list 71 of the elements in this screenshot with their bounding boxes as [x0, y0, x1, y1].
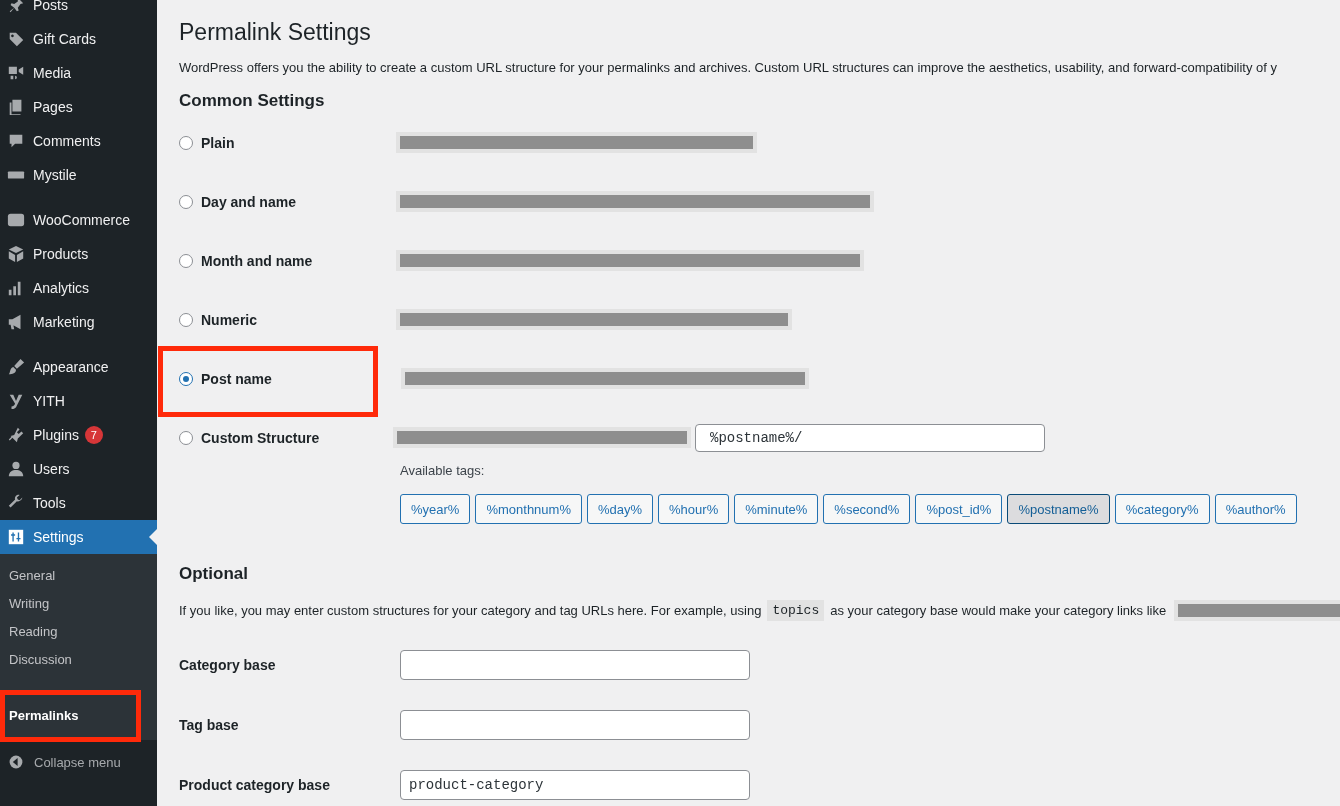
structure-input[interactable]: %postname%/ — [695, 423, 1045, 452]
menu-item[interactable]: Marketing — [0, 305, 157, 339]
radio-button[interactable] — [179, 430, 193, 445]
person-icon — [7, 460, 25, 478]
menu-item[interactable]: Tools — [0, 486, 157, 520]
tag-button[interactable]: %minute% — [734, 494, 819, 524]
camera-icon — [7, 64, 25, 82]
update-count-badge: 7 — [84, 426, 103, 444]
menu-item[interactable]: Comments — [0, 124, 157, 158]
field-label: Product category base — [179, 777, 331, 793]
y-icon — [7, 392, 25, 410]
box-icon — [7, 245, 25, 263]
menu-item[interactable]: Appearance — [0, 350, 157, 384]
menu-item[interactable]: Posts — [0, 0, 157, 22]
sliders-icon — [7, 528, 25, 546]
field-label: Category base — [179, 657, 277, 673]
optional-text: If you like, you may enter custom structures for your category and tag URLs here. For example, using — [179, 603, 762, 618]
option-label[interactable]: Post name — [201, 370, 272, 387]
submenu-item[interactable]: Permalinks — [0, 702, 157, 730]
intro-text: WordPress offers you the ability to create a custom URL structure for your permalinks and archives. Custom URL structures can improve the aesthetics, usability, and forward-compatibility of y — [179, 60, 1278, 75]
option-label[interactable]: Custom Structure — [201, 429, 320, 446]
section-heading: Optional — [179, 563, 249, 585]
section-heading: Common Settings — [179, 90, 326, 112]
menu-item[interactable]: YITH — [0, 384, 157, 418]
menu-item[interactable]: Media — [0, 56, 157, 90]
tag-icon — [7, 30, 25, 48]
tag-button[interactable]: %post_id% — [915, 494, 1003, 524]
tag-button[interactable]: %hour% — [658, 494, 730, 524]
menu-item[interactable]: Settings — [0, 520, 157, 554]
submenu-item[interactable]: Writing — [0, 590, 157, 618]
tag-button[interactable]: %postname% — [1007, 494, 1110, 524]
menu-item[interactable]: Analytics — [0, 271, 157, 305]
menu-item[interactable]: Gift Cards — [0, 22, 157, 56]
field-label: Tag base — [179, 717, 240, 733]
tag-button[interactable]: %day% — [586, 494, 654, 524]
submenu-item[interactable]: General — [0, 562, 157, 590]
option-label[interactable]: Month and name — [201, 252, 313, 269]
radio-button[interactable] — [179, 371, 193, 386]
radio-button[interactable] — [179, 135, 193, 150]
submenu-item[interactable]: Discussion — [0, 646, 157, 674]
submenu-item[interactable]: Reading — [0, 618, 157, 646]
menu-item[interactable]: Plugins 7 — [0, 418, 157, 452]
input-field[interactable] — [400, 650, 750, 680]
paintbrush-icon — [7, 358, 25, 376]
option-label[interactable]: Plain — [201, 134, 235, 151]
option-label[interactable]: Day and name — [201, 193, 296, 210]
pin-icon — [7, 0, 25, 14]
menu-item[interactable]: WooCommerce — [0, 203, 157, 237]
available-tags-label: Available tags: — [400, 463, 486, 478]
option-label[interactable]: Numeric — [201, 311, 258, 328]
radio-button[interactable] — [179, 194, 193, 209]
code-sample: topics — [767, 600, 825, 621]
menu-item[interactable]: Mystile — [0, 158, 157, 192]
radio-button[interactable] — [179, 312, 193, 327]
tag-button[interactable]: %author% — [1214, 494, 1297, 524]
plug-icon — [7, 426, 25, 444]
input-field[interactable]: product-category — [400, 770, 750, 800]
page-title: Permalink Settings — [179, 18, 372, 46]
optional-text: as your category base would make your category links like — [830, 603, 1167, 618]
tag-button[interactable]: %monthnum% — [475, 494, 582, 524]
input-field[interactable] — [400, 710, 750, 740]
tag-button[interactable]: %year% — [400, 494, 471, 524]
tag-button[interactable]: %second% — [823, 494, 911, 524]
menu-item[interactable]: Pages — [0, 90, 157, 124]
tag-button[interactable]: %category% — [1114, 494, 1210, 524]
menu-item[interactable]: Products — [0, 237, 157, 271]
radio-button[interactable] — [179, 253, 193, 268]
collapse-menu-button[interactable]: Collapse menu — [0, 740, 157, 784]
menu-item[interactable]: Users — [0, 452, 157, 486]
current-pointer-icon — [149, 529, 157, 545]
collapse-icon — [8, 754, 24, 770]
